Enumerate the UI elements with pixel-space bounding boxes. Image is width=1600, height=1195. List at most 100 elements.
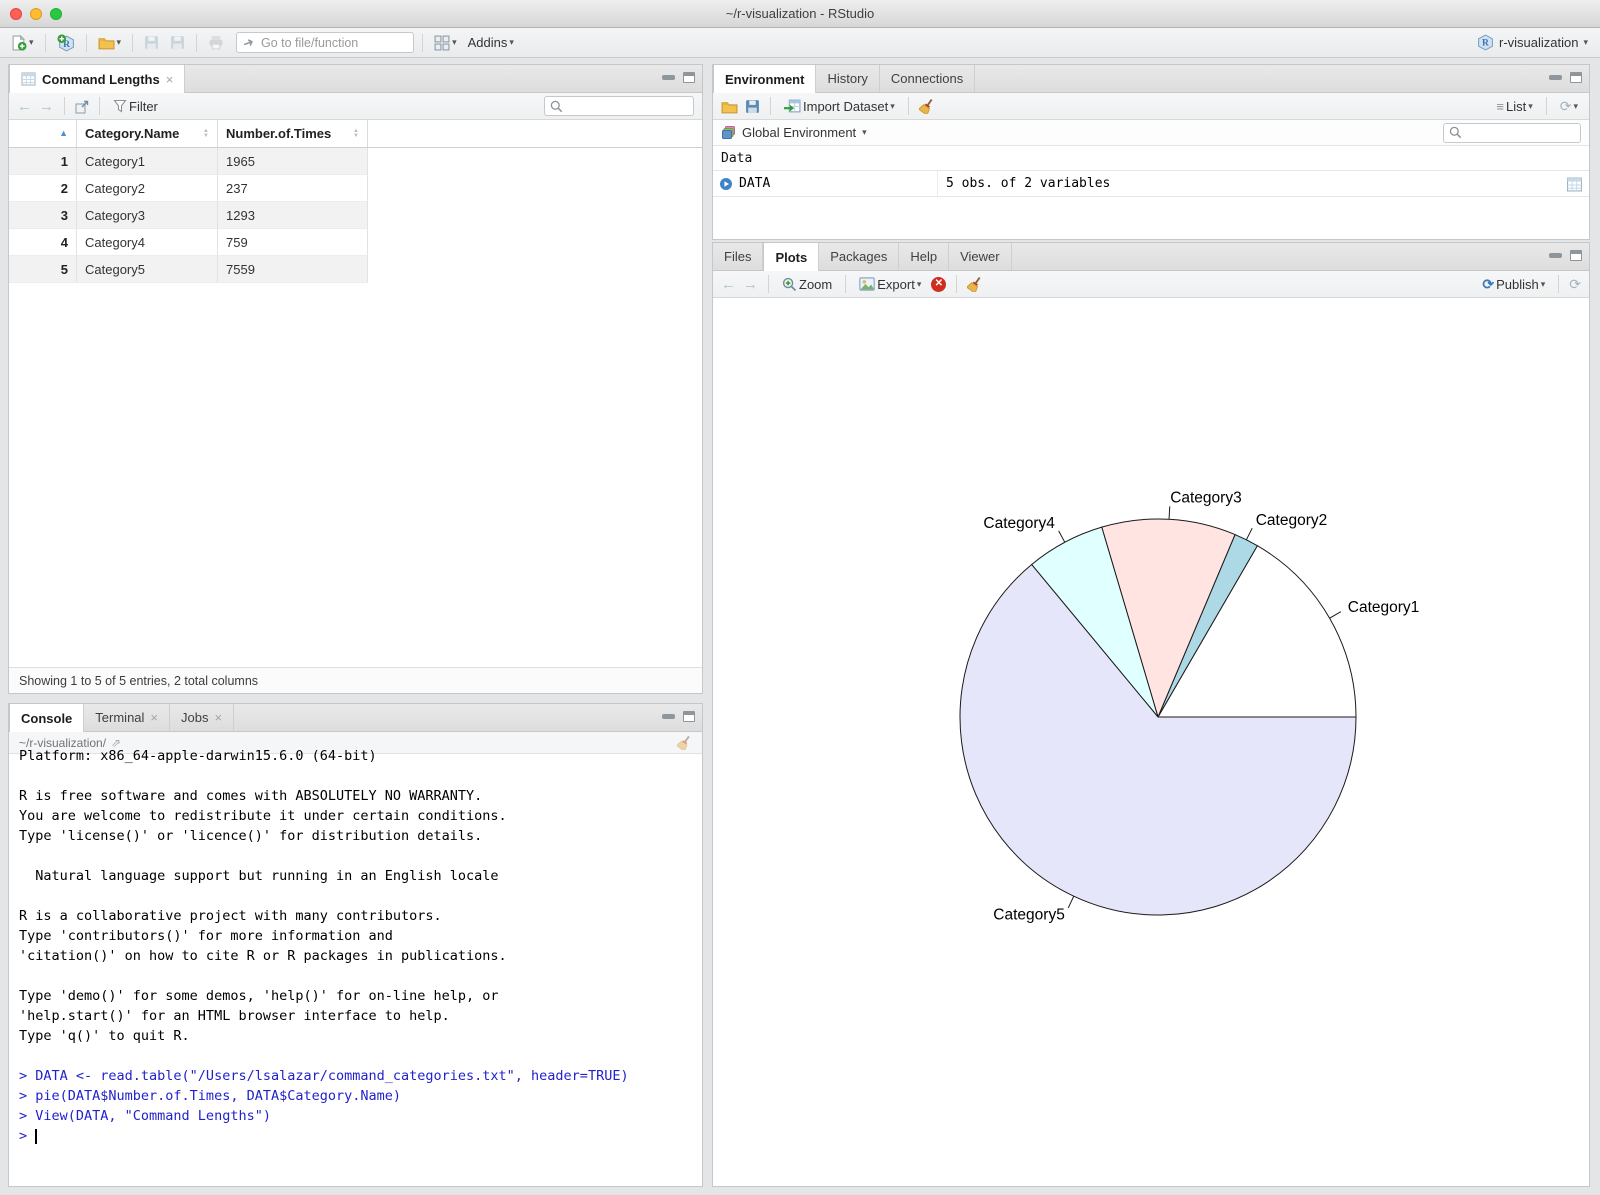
view-object-button[interactable] (1566, 175, 1583, 191)
tab-terminal[interactable]: Terminal × (84, 704, 171, 731)
publish-button[interactable]: ⟳ Publish ▾ (1479, 274, 1548, 295)
next-plot-button[interactable]: → (743, 276, 758, 293)
table-row[interactable]: 2 Category2 237 (9, 175, 702, 202)
tab-environment[interactable]: Environment (713, 65, 817, 93)
tab-viewer[interactable]: Viewer (949, 243, 1012, 270)
save-button[interactable] (141, 33, 162, 52)
table-cell[interactable]: 1965 (218, 148, 368, 175)
table-cell[interactable]: 3 (9, 202, 77, 229)
refresh-plot-button[interactable]: ⟳ (1569, 276, 1581, 293)
print-button[interactable] (205, 33, 227, 52)
tab-help[interactable]: Help (899, 243, 950, 270)
pane-layout-button[interactable]: ▾ (431, 33, 460, 53)
new-project-button[interactable] (54, 32, 78, 54)
table-cell[interactable]: Category5 (77, 256, 218, 283)
minimize-window-button[interactable] (30, 8, 42, 20)
tab-connections[interactable]: Connections (880, 65, 976, 92)
tab-files[interactable]: Files (713, 243, 764, 270)
table-cell[interactable]: 4 (9, 229, 77, 256)
console-output[interactable]: Platform: x86_64-apple-darwin15.6.0 (64-… (9, 744, 702, 1146)
save-workspace-button[interactable] (745, 98, 760, 114)
pie-label-category2: Category2 (1256, 512, 1328, 529)
table-cell[interactable]: 1293 (218, 202, 368, 229)
console-pane: Console Terminal × Jobs × ~/r-visualizatio… (8, 703, 703, 1187)
refresh-environment-button[interactable]: ⟳ ▾ (1557, 96, 1581, 117)
list-view-button[interactable]: ≡ List ▾ (1493, 97, 1535, 116)
minimize-pane-button[interactable] (662, 714, 675, 719)
tab-packages[interactable]: Packages (819, 243, 900, 270)
new-file-button[interactable]: ▾ (8, 33, 37, 53)
expand-object-icon[interactable] (719, 177, 733, 191)
table-cell[interactable]: Category4 (77, 229, 218, 256)
column-header-number-of-times[interactable]: Number.of.Times ▲ ▼ (218, 120, 368, 147)
close-icon[interactable]: × (150, 710, 158, 725)
load-workspace-button[interactable] (721, 98, 738, 114)
global-environment-menu[interactable]: Global Environment ▾ (721, 125, 867, 140)
environment-toolbar: Import Dataset ▾ ≡ List ▾ ⟳ ▾ (713, 93, 1589, 120)
table-cell[interactable]: Category2 (77, 175, 218, 202)
chevron-down-icon: ▾ (1540, 278, 1546, 289)
environment-tabbar: Environment History Connections (713, 65, 1589, 93)
maximize-pane-button[interactable] (683, 72, 695, 83)
layers-icon (721, 125, 736, 140)
table-row[interactable]: 1 Category1 1965 (9, 148, 702, 175)
table-row[interactable]: 5 Category5 7559 (9, 256, 702, 283)
table-cell[interactable]: Category1 (77, 148, 218, 175)
popout-button[interactable] (75, 98, 89, 114)
zoom-window-button[interactable] (50, 8, 62, 20)
filter-button[interactable]: Filter (110, 97, 161, 116)
chevron-down-icon: ▾ (890, 100, 895, 111)
minimize-pane-button[interactable] (1549, 253, 1562, 258)
import-dataset-button[interactable]: Import Dataset ▾ (781, 96, 898, 116)
minimize-pane-button[interactable] (662, 75, 675, 80)
export-plot-button[interactable]: Export ▾ (856, 275, 924, 294)
maximize-pane-button[interactable] (683, 711, 695, 722)
table-cell[interactable]: 1 (9, 148, 77, 175)
environment-object-row[interactable]: DATA 5 obs. of 2 variables (713, 171, 1589, 197)
back-button[interactable]: ← (17, 98, 32, 115)
maximize-pane-button[interactable] (1570, 72, 1582, 83)
table-row[interactable]: 4 Category4 759 (9, 229, 702, 256)
close-icon[interactable]: × (214, 710, 222, 725)
divider (845, 275, 847, 293)
clear-plots-button[interactable] (967, 276, 983, 293)
pie-label-tick (1067, 895, 1075, 909)
main-toolbar: ▾ ▾ ➜ ▾ Addins▾ r-visualization ▾ (0, 28, 1600, 58)
table-row[interactable]: 3 Category3 1293 (9, 202, 702, 229)
spreadsheet-icon (1566, 177, 1583, 192)
close-window-button[interactable] (10, 8, 22, 20)
addins-menu[interactable]: Addins ▾ (465, 33, 517, 52)
environment-search-input[interactable] (1466, 124, 1574, 141)
previous-plot-button[interactable]: ← (721, 276, 736, 293)
close-icon[interactable]: × (166, 72, 174, 87)
clear-console-button[interactable] (677, 735, 692, 750)
table-cell[interactable]: Category3 (77, 202, 218, 229)
table-cell[interactable]: 237 (218, 175, 368, 202)
table-cell[interactable]: 2 (9, 175, 77, 202)
column-header-category-name[interactable]: Category.Name ▲ ▼ (77, 120, 218, 147)
tab-command-lengths[interactable]: Command Lengths × (9, 65, 186, 93)
tab-history[interactable]: History (816, 65, 880, 92)
broom-icon (967, 276, 983, 292)
goto-file-input[interactable] (258, 34, 389, 51)
tab-jobs[interactable]: Jobs × (170, 704, 235, 731)
tab-plots[interactable]: Plots (763, 243, 820, 271)
table-cell[interactable]: 7559 (218, 256, 368, 283)
project-menu[interactable]: r-visualization ▾ (1477, 34, 1588, 51)
spreadsheet-icon (21, 72, 36, 86)
zoom-plot-button[interactable]: Zoom (779, 275, 835, 294)
viewer-search-input[interactable] (567, 98, 675, 114)
open-file-button[interactable]: ▾ (95, 33, 125, 52)
remove-plot-button[interactable]: ✕ (931, 276, 947, 292)
forward-button[interactable]: → (39, 98, 54, 115)
table-cell[interactable]: 759 (218, 229, 368, 256)
save-all-button[interactable] (167, 33, 188, 52)
clear-workspace-button[interactable] (919, 98, 935, 115)
tab-console[interactable]: Console (9, 704, 85, 732)
maximize-pane-button[interactable] (1570, 250, 1582, 261)
table-cell[interactable]: 5 (9, 256, 77, 283)
row-number-header[interactable]: ▲ (9, 120, 77, 147)
pie-label-tick (1329, 611, 1342, 619)
minimize-pane-button[interactable] (1549, 75, 1562, 80)
